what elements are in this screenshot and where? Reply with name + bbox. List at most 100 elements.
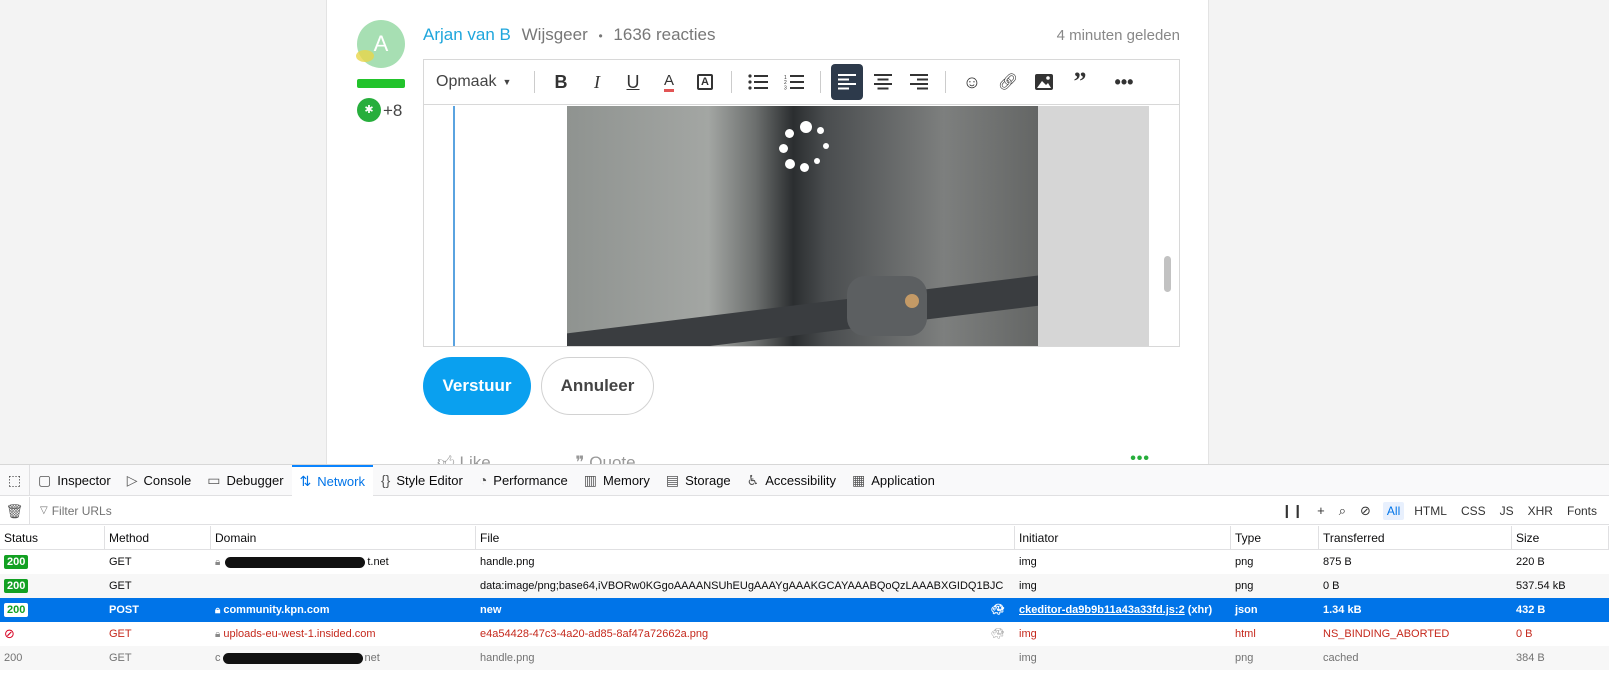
align-right-button[interactable] <box>903 64 935 100</box>
table-row[interactable]: 200 GET data:image/png;base64,iVBORw0KGg… <box>0 574 1609 598</box>
domain-text: uploads-eu-west-1.insided.com <box>223 628 376 640</box>
italic-button[interactable]: I <box>581 64 613 100</box>
table-row[interactable]: 200 GET 🔒︎ t.net handle.png img png 875 B… <box>0 550 1609 574</box>
size-cell: 220 B <box>1516 556 1545 568</box>
type-filter-all[interactable]: All <box>1382 501 1405 520</box>
memory-icon: ▥ <box>583 471 597 488</box>
column-header-method[interactable]: Method <box>105 526 211 549</box>
type-filter-html[interactable]: HTML <box>1410 502 1451 520</box>
align-center-icon <box>874 74 892 90</box>
table-row[interactable]: ⊘ GET 🔒︎ uploads-eu-west-1.insided.com e4… <box>0 622 1609 646</box>
element-picker-button[interactable]: ⬚ <box>0 464 30 496</box>
tab-performance[interactable]: ◔ Performance <box>471 465 576 496</box>
author-rank: Wijsgeer <box>521 25 588 44</box>
underline-button[interactable]: U <box>617 64 649 100</box>
award-badge-icon[interactable]: ✱ <box>357 98 381 122</box>
image-button[interactable] <box>1028 64 1060 100</box>
lock-icon: 🔒︎ <box>215 605 221 616</box>
method-cell: GET <box>109 556 132 568</box>
file-cell: handle.png <box>480 652 535 664</box>
editor-scrollbar[interactable] <box>1164 256 1171 292</box>
tab-inspector[interactable]: ▢ Inspector <box>30 465 119 496</box>
post-card: A ✱ +8 Arjan van B Wijsgeer • 1636 react… <box>326 0 1209 464</box>
tab-storage[interactable]: ▤ Storage <box>658 465 739 496</box>
reply-editor[interactable]: Opmaak ▼ B I U A A 123 ☺ 🔗︎ ” ••• <box>423 59 1180 347</box>
type-filter-xhr[interactable]: XHR <box>1524 502 1557 520</box>
block-icon[interactable]: ⊘ <box>1360 503 1371 519</box>
domain-prefix: c <box>215 652 221 664</box>
initiator-link[interactable]: ckeditor-da9b9b11a43a33fd.js:2 <box>1019 604 1185 616</box>
numbered-list-button[interactable]: 123 <box>778 64 810 100</box>
column-header-initiator[interactable]: Initiator <box>1015 526 1231 549</box>
quote-reply-label: Quote <box>589 453 636 464</box>
debugger-icon: ▭ <box>207 471 221 488</box>
emoji-button[interactable]: ☺ <box>956 64 988 100</box>
toolbar-divider <box>534 71 535 93</box>
tab-application[interactable]: ▦ Application <box>844 465 943 496</box>
file-name: e4a54428-47c3-4a20-ad85-8af47a72662a.png <box>480 628 709 640</box>
table-row[interactable]: 200 GET c net handle.png img png cached 3… <box>0 646 1609 670</box>
author-name[interactable]: Arjan van B <box>423 25 511 44</box>
send-button[interactable]: Verstuur <box>423 357 531 415</box>
type-cell: png <box>1235 652 1254 664</box>
devtools-tabbar: ⬚ ▢ Inspector ▷ Console ▭ Debugger ⇅ Network… <box>0 464 1609 496</box>
add-filter-icon[interactable]: + <box>1317 503 1325 518</box>
type-filter-js[interactable]: JS <box>1496 502 1518 520</box>
column-header-transferred[interactable]: Transferred <box>1319 526 1512 549</box>
quote-reply-button[interactable]: ❞ Quote <box>575 453 675 464</box>
editor-content[interactable] <box>424 106 1179 346</box>
align-center-button[interactable] <box>867 64 899 100</box>
tab-style-editor[interactable]: {} Style Editor <box>373 465 471 496</box>
network-tools: ❙❙ + ⌕ ⊘ <box>1281 503 1371 519</box>
bold-button[interactable]: B <box>545 64 577 100</box>
tab-memory[interactable]: ▥ Memory <box>576 465 658 496</box>
column-header-file[interactable]: File <box>476 526 1015 549</box>
search-icon[interactable]: ⌕ <box>1339 503 1346 519</box>
link-button[interactable]: 🔗︎ <box>992 64 1024 100</box>
type-filter-fonts[interactable]: Fonts <box>1563 502 1601 520</box>
initiator-cell: img <box>1019 652 1037 664</box>
cancel-button[interactable]: Annuleer <box>541 357 654 415</box>
transferred-cell: 1.34 kB <box>1323 604 1362 616</box>
column-header-status[interactable]: Status <box>0 526 105 549</box>
redacted-domain <box>222 652 363 664</box>
trash-icon: 🗑︎ <box>5 502 24 519</box>
column-header-domain[interactable]: Domain <box>211 526 476 549</box>
tab-console[interactable]: ▷ Console <box>119 465 199 496</box>
font-color-button[interactable]: A <box>653 64 685 100</box>
align-left-button[interactable] <box>831 64 863 100</box>
pause-icon[interactable]: ❙❙ <box>1281 503 1303 519</box>
lock-icon: 🔒︎ <box>215 557 221 568</box>
tab-debugger[interactable]: ▭ Debugger <box>199 465 291 496</box>
style-editor-icon: {} <box>380 472 391 488</box>
initiator-cell[interactable]: ckeditor-da9b9b11a43a33fd.js:2 (xhr) <box>1015 598 1231 622</box>
clear-log-button[interactable]: 🗑︎ <box>0 496 30 525</box>
post-more-button[interactable]: ••• <box>1130 450 1150 464</box>
toolbar-divider <box>731 71 732 93</box>
award-extra-count[interactable]: +8 <box>383 101 402 121</box>
slow-request-icon: 🐢︎ <box>991 628 1005 640</box>
column-header-type[interactable]: Type <box>1231 526 1319 549</box>
uploaded-image-frame[interactable] <box>567 106 1149 346</box>
tab-label: Memory <box>602 472 650 488</box>
table-row-selected[interactable]: 200 POST 🔒︎ community.kpn.com new 🐢︎ ckedi… <box>0 598 1609 622</box>
file-cell: new 🐢︎ <box>476 598 1015 622</box>
bulleted-list-button[interactable] <box>742 64 774 100</box>
more-options-button[interactable]: ••• <box>1108 64 1140 100</box>
domain-cell: 🔒︎ community.kpn.com <box>211 598 476 622</box>
type-filter-css[interactable]: CSS <box>1457 502 1490 520</box>
tab-network[interactable]: ⇅ Network <box>291 464 373 496</box>
quote-button[interactable]: ” <box>1064 64 1096 100</box>
author-line: Arjan van B Wijsgeer • 1636 reacties <box>423 25 716 45</box>
method-cell: GET <box>109 580 132 592</box>
type-cell: png <box>1235 556 1254 568</box>
filter-urls-input[interactable]: ▽ Filter URLs <box>40 504 1281 518</box>
highlight-button[interactable]: A <box>689 64 721 100</box>
bulleted-list-icon <box>748 74 768 90</box>
domain-cell <box>211 574 476 598</box>
file-name: new <box>480 604 502 616</box>
format-dropdown[interactable]: Opmaak ▼ <box>436 73 526 91</box>
tab-accessibility[interactable]: ♿︎ Accessibility <box>739 465 844 496</box>
like-button[interactable]: 👍︎ Like <box>437 453 531 464</box>
column-header-size[interactable]: Size <box>1512 526 1609 549</box>
